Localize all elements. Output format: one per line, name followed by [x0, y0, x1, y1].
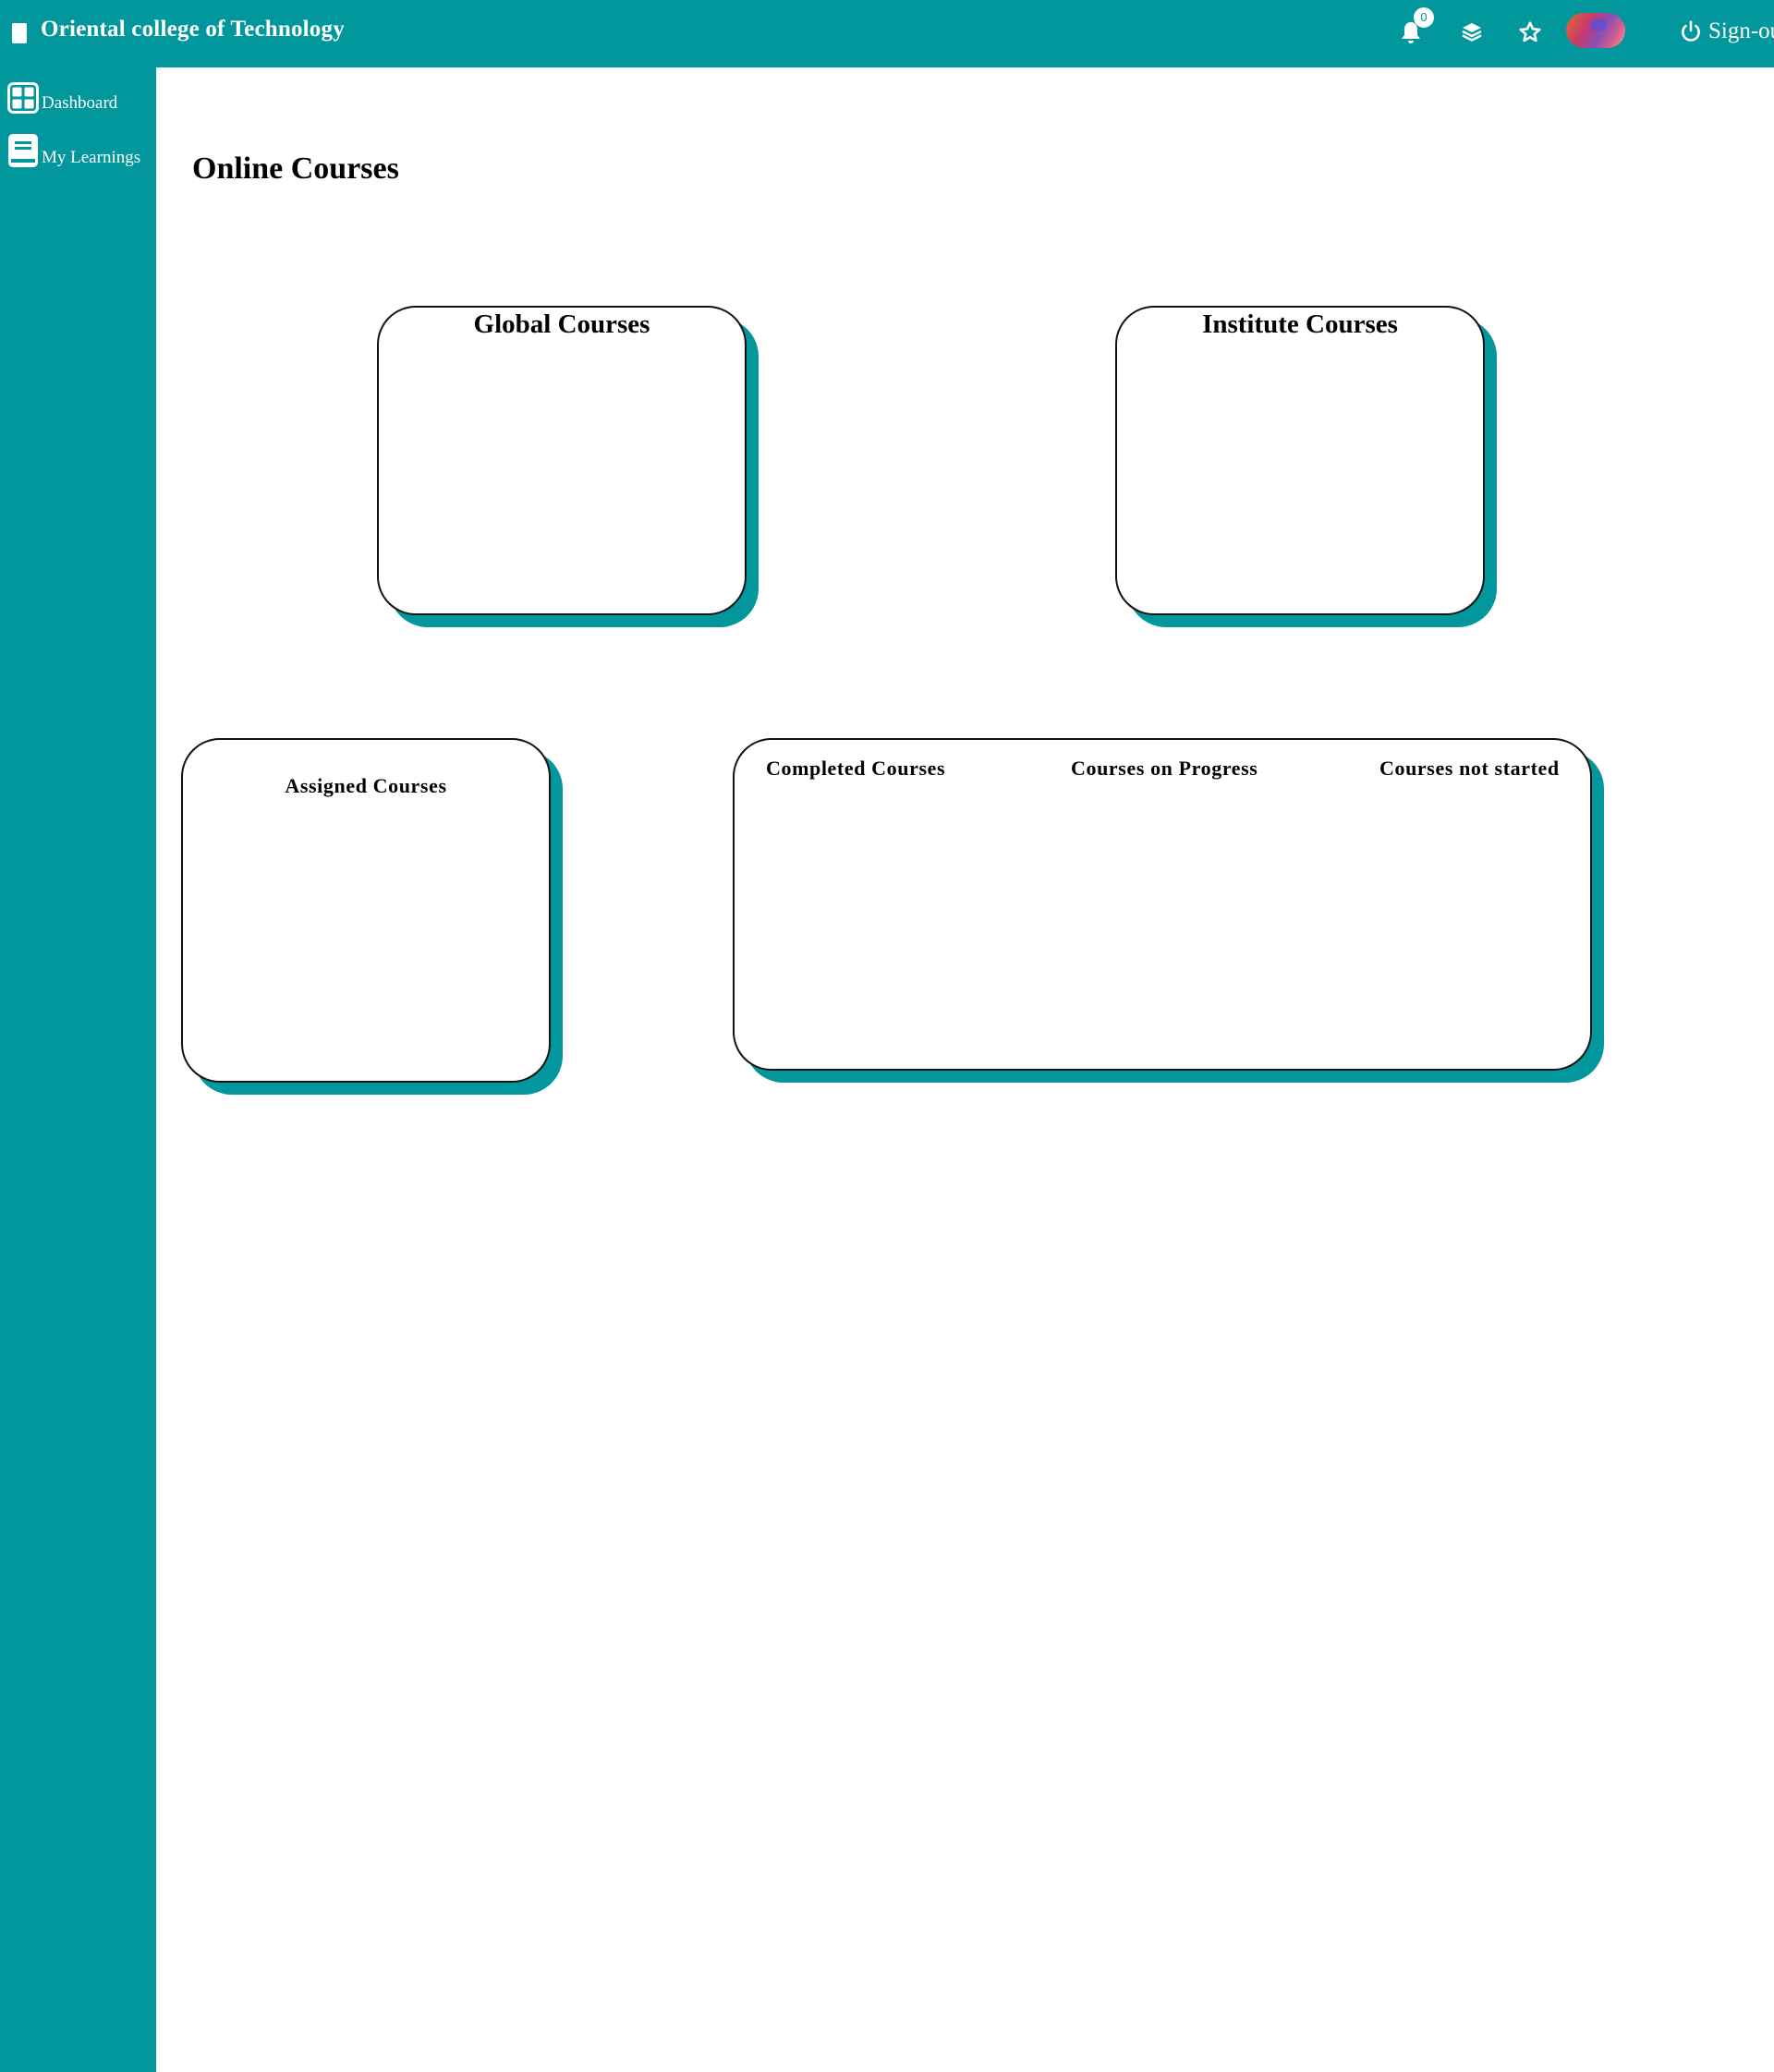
- sidebar: Dashboard My Learnings: [0, 67, 156, 2072]
- assigned-courses-title: Assigned Courses: [285, 774, 447, 797]
- institute-courses-title: Institute Courses: [1202, 309, 1398, 339]
- top-navbar: Oriental college of Technology 0 Sign-ou: [0, 0, 1774, 67]
- dashboard-grid-icon: [7, 82, 39, 114]
- global-courses-card[interactable]: Global Courses: [377, 306, 747, 615]
- document-icon: [12, 23, 27, 43]
- institute-courses-card[interactable]: Institute Courses: [1115, 306, 1485, 615]
- layers-icon[interactable]: [1458, 18, 1486, 46]
- course-progress-card: Completed Courses Courses on Progress Co…: [733, 738, 1592, 1071]
- signout-button[interactable]: Sign-ou: [1679, 18, 1774, 44]
- global-courses-title: Global Courses: [473, 309, 650, 339]
- courses-not-started-title[interactable]: Courses not started: [1379, 757, 1560, 781]
- avatar[interactable]: [1566, 13, 1625, 48]
- sidebar-item-my-learnings[interactable]: My Learnings: [7, 133, 140, 168]
- book-icon: [8, 134, 38, 167]
- page-title: Online Courses: [192, 151, 399, 186]
- assigned-courses-card[interactable]: Assigned Courses: [181, 738, 551, 1083]
- app-title[interactable]: Oriental college of Technology: [41, 17, 345, 42]
- power-icon: [1682, 20, 1700, 42]
- completed-courses-title[interactable]: Completed Courses: [766, 757, 945, 781]
- signout-label: Sign-ou: [1708, 18, 1774, 43]
- sidebar-item-dashboard[interactable]: Dashboard: [7, 82, 117, 114]
- star-icon[interactable]: [1516, 18, 1544, 46]
- notification-badge: 0: [1414, 7, 1434, 28]
- sidebar-item-label: Dashboard: [42, 93, 118, 113]
- courses-on-progress-title[interactable]: Courses on Progress: [1071, 757, 1258, 781]
- sidebar-item-label: My Learnings: [42, 148, 141, 167]
